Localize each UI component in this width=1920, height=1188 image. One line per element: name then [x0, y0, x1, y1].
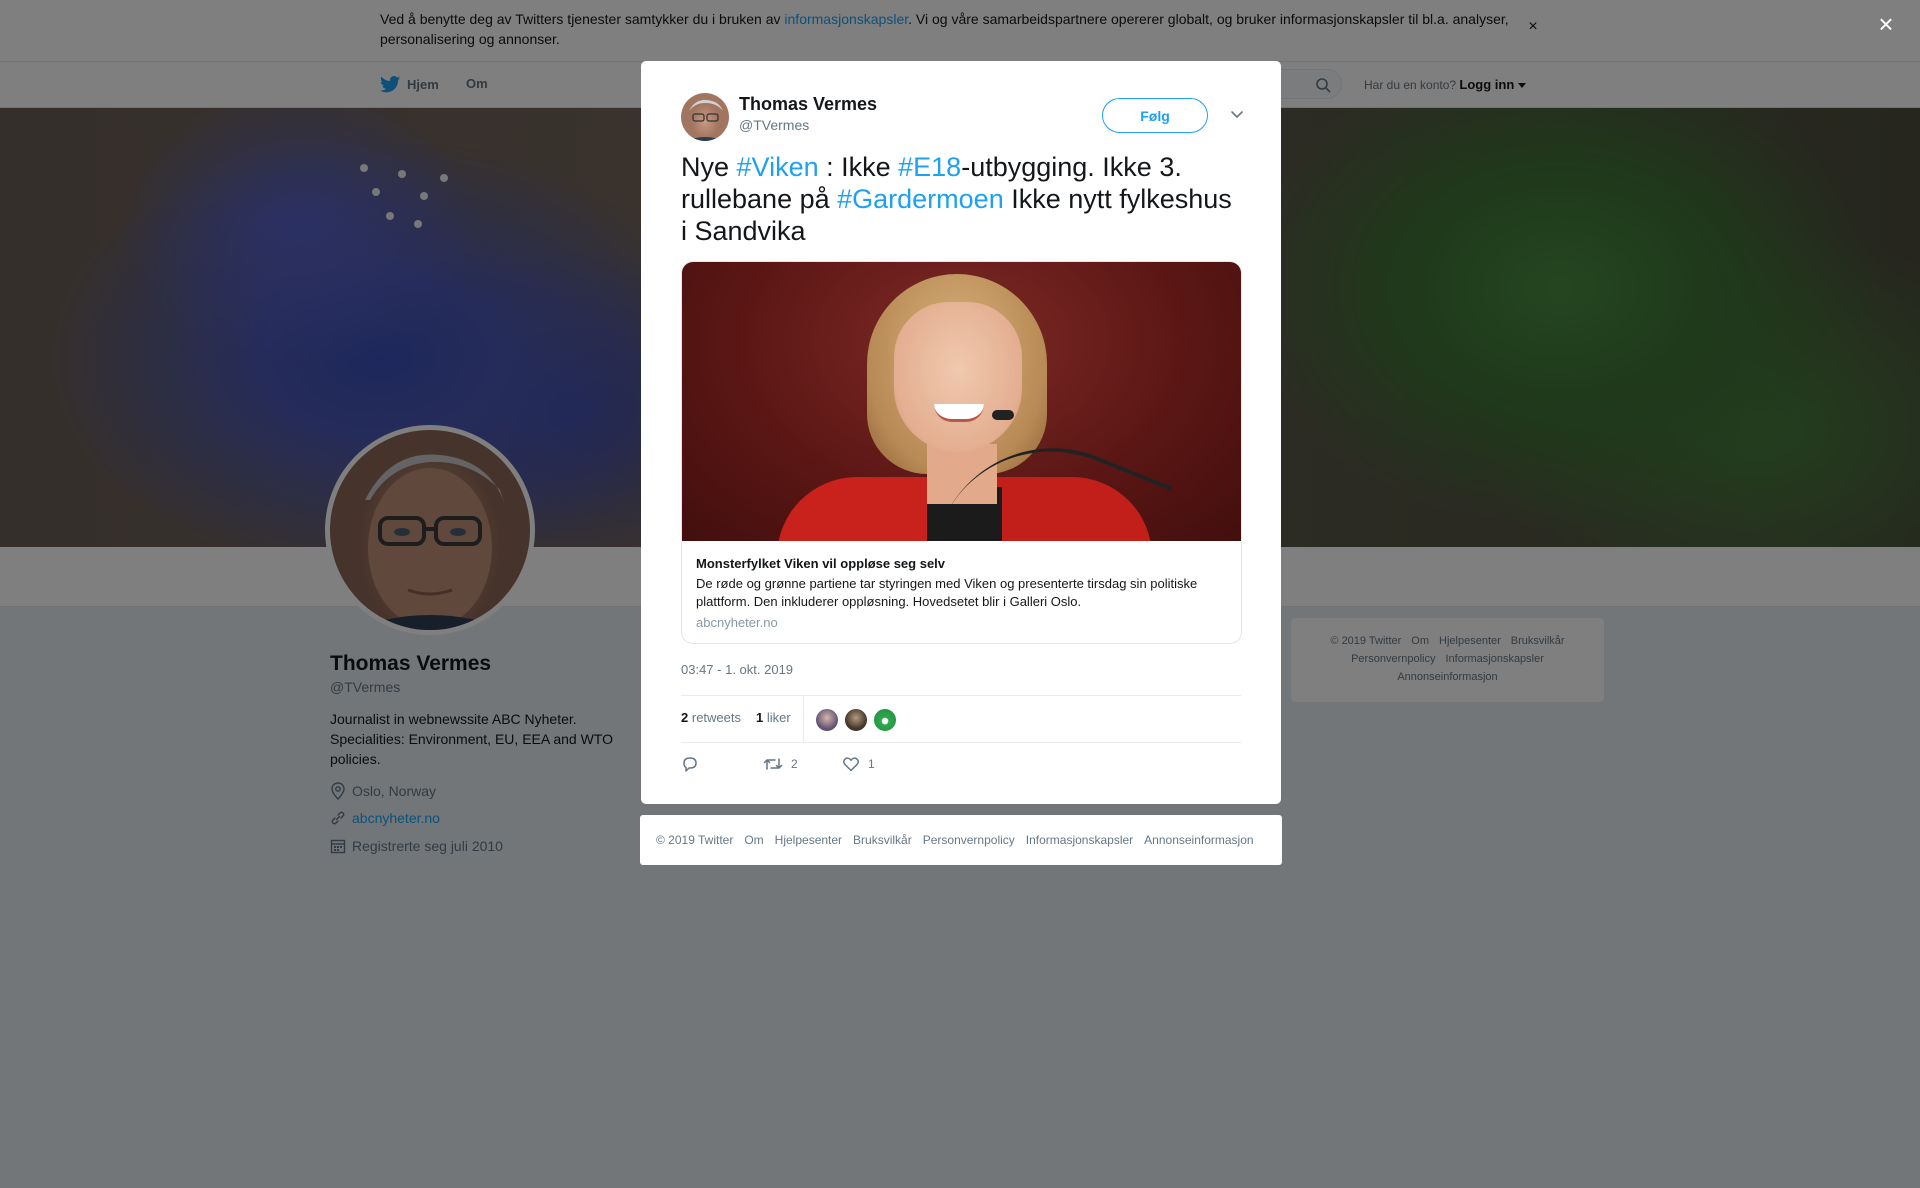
- follow-button[interactable]: Følg: [1102, 98, 1208, 133]
- tweet-actions: 2 1: [681, 755, 1241, 779]
- chevron-down-icon[interactable]: [1228, 105, 1246, 123]
- modal-footer: © 2019 Twitter Om Hjelpesenter Bruksvilk…: [640, 815, 1282, 865]
- tweet-text-part: : Ikke: [818, 152, 899, 182]
- liker-avatar[interactable]: [844, 708, 868, 732]
- author-avatar[interactable]: [681, 93, 729, 141]
- card-description: De røde og grønne partiene tar styringen…: [696, 576, 1198, 609]
- retweet-count: 2: [791, 757, 798, 771]
- heart-icon: [843, 757, 859, 772]
- like-button[interactable]: 1: [842, 755, 875, 773]
- footer-link-ads[interactable]: Annonseinformasjon: [1144, 833, 1253, 847]
- link-preview-card[interactable]: Monsterfylket Viken vil oppløse seg selv…: [681, 261, 1242, 644]
- footer-link-terms[interactable]: Bruksvilkår: [853, 833, 912, 847]
- reply-icon: [683, 757, 697, 772]
- tweet-text: Nye #Viken : Ikke #E18-utbygging. Ikke 3…: [681, 151, 1241, 247]
- liker-avatar[interactable]: [873, 708, 897, 732]
- hashtag-viken[interactable]: #Viken: [737, 152, 819, 182]
- likes-count: 1: [756, 710, 764, 725]
- retweet-button[interactable]: 2: [763, 755, 798, 773]
- like-count: 1: [868, 757, 875, 771]
- retweets-count: 2: [681, 710, 689, 725]
- stats-divider: [803, 696, 804, 742]
- footer-link-about[interactable]: Om: [744, 833, 763, 847]
- retweet-icon: [763, 758, 783, 770]
- reply-button[interactable]: [681, 755, 699, 773]
- tweet-text-part: Nye: [681, 152, 737, 182]
- tweet-modal: Thomas Vermes @TVermes Følg Nye #Viken :…: [641, 61, 1281, 804]
- retweets-stat[interactable]: 2 retweets: [681, 710, 741, 725]
- card-image: [682, 262, 1241, 541]
- tweet-author-handle[interactable]: @TVermes: [739, 117, 809, 133]
- tweet-stats: 2 retweets 1 liker: [681, 695, 1241, 743]
- liker-avatar[interactable]: [815, 708, 839, 732]
- card-title: Monsterfylket Viken vil oppløse seg selv: [696, 556, 946, 571]
- likes-stat[interactable]: 1 liker: [756, 710, 791, 725]
- close-modal-button[interactable]: ×: [1874, 11, 1898, 37]
- tweet-author-name[interactable]: Thomas Vermes: [739, 94, 877, 115]
- tweet-timestamp[interactable]: 03:47 - 1. okt. 2019: [681, 662, 793, 677]
- footer-link-help[interactable]: Hjelpesenter: [775, 833, 842, 847]
- likes-label: liker: [766, 710, 791, 725]
- hashtag-e18[interactable]: #E18: [898, 152, 961, 182]
- card-domain: abcnyheter.no: [696, 615, 778, 630]
- footer-link-cookies[interactable]: Informasjonskapsler: [1026, 833, 1133, 847]
- hashtag-gardermoen[interactable]: #Gardermoen: [837, 184, 1004, 214]
- retweets-label: retweets: [691, 710, 741, 725]
- footer-copyright: © 2019 Twitter: [656, 833, 734, 847]
- footer-link-privacy[interactable]: Personvernpolicy: [923, 833, 1015, 847]
